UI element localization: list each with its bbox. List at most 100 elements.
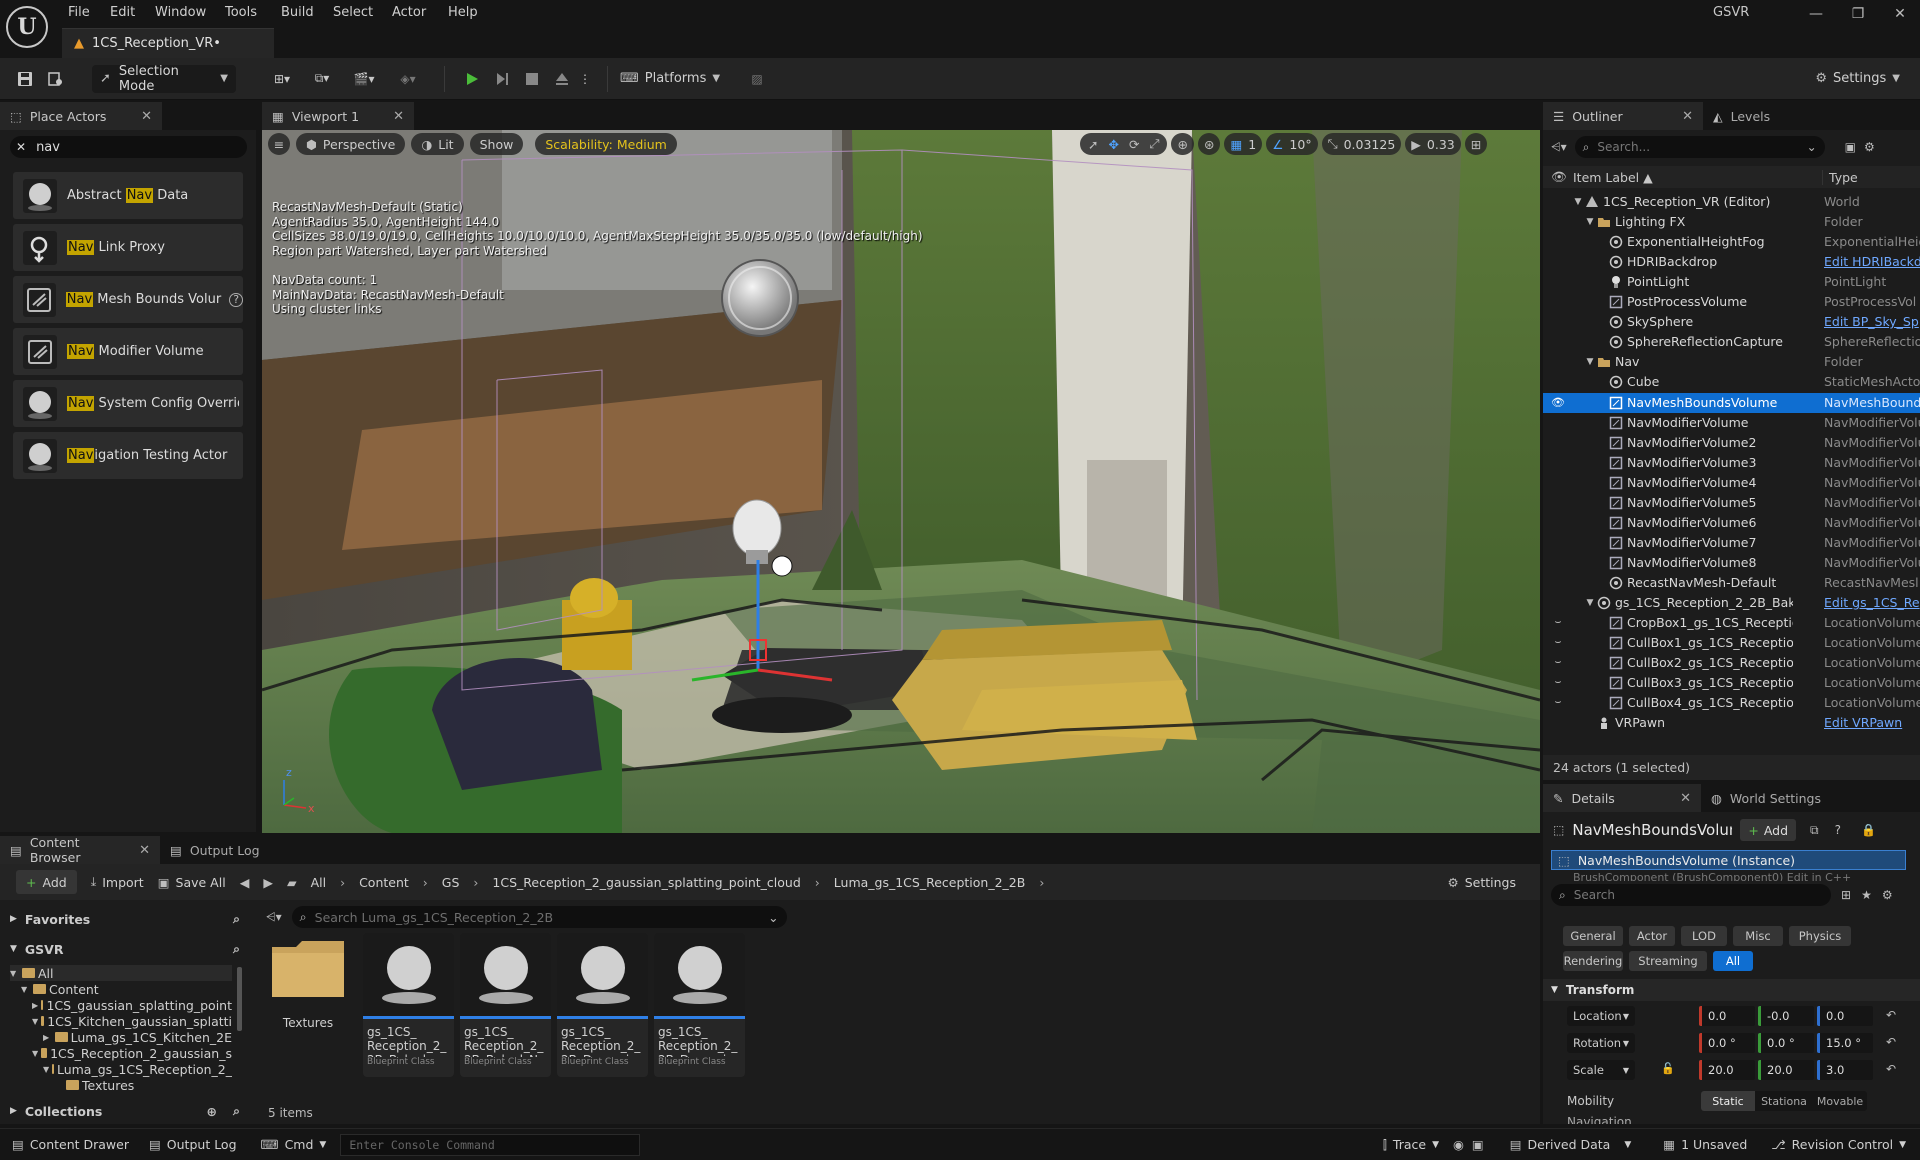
levels-tab[interactable]: ◭ Levels xyxy=(1703,102,1781,130)
hidden-icon[interactable]: ⌣ xyxy=(1551,655,1565,669)
outliner-row[interactable]: NavModifierVolume4 NavModifierVolu xyxy=(1543,473,1920,493)
asset-tile[interactable]: gs_1CS_ Reception_2_ 2B_DynamicBlueprint… xyxy=(557,933,648,1077)
new-folder-icon[interactable]: ▣ xyxy=(1845,140,1856,154)
mobility-stationary[interactable]: Stationa xyxy=(1755,1091,1813,1111)
outliner-row[interactable]: SkySphere Edit BP_Sky_Sp xyxy=(1543,312,1920,332)
outliner-row[interactable]: VRPawn Edit VRPawn xyxy=(1543,713,1920,733)
rotate-tool-icon[interactable]: ⟳ xyxy=(1129,137,1139,152)
rotation-dropdown[interactable]: Rotation ▼ xyxy=(1567,1033,1635,1053)
collections-header[interactable]: ▶ Collections ⊕ ⌕ xyxy=(10,1100,240,1122)
show-button[interactable]: Show xyxy=(469,133,524,155)
coordinate-space-button[interactable]: ⊕ xyxy=(1171,133,1194,155)
favorites-header[interactable]: ▶ Favorites ⌕ xyxy=(10,908,240,930)
outliner-row[interactable]: Cube StaticMeshActo xyxy=(1543,372,1920,392)
clear-search-icon[interactable]: ✕ xyxy=(16,140,26,154)
outliner-row-type[interactable]: Edit gs_1CS_Re xyxy=(1824,595,1920,610)
breadcrumb-item[interactable]: All xyxy=(311,875,327,890)
camera-speed-button[interactable]: ▶ 0.33 xyxy=(1405,133,1461,155)
help-icon[interactable]: ? xyxy=(1835,823,1841,837)
close-tab-icon[interactable]: ✕ xyxy=(393,109,404,124)
settings-button[interactable]: ⚙ Settings ▼ xyxy=(1815,71,1900,86)
outliner-row[interactable]: ⌣ CullBox4_gs_1CS_Reception_2_ LocationVol… xyxy=(1543,693,1920,713)
outliner-row[interactable]: RecastNavMesh-Default RecastNavMesl xyxy=(1543,573,1920,593)
filter-streaming[interactable]: Streaming xyxy=(1629,951,1707,971)
source-control-icon[interactable] xyxy=(40,58,70,100)
cmd-dropdown[interactable]: ⌨ Cmd ▼ xyxy=(261,1137,327,1152)
actor-item[interactable]: Nav Mesh Bounds Volur? xyxy=(13,276,243,323)
outliner-row[interactable]: ▼ 1CS_Reception_VR (Editor) World xyxy=(1543,192,1920,212)
filter-icon[interactable]: ⩤▾ xyxy=(266,910,282,925)
select-tool-icon[interactable]: ➚ xyxy=(1088,137,1098,152)
location-y-field[interactable]: -0.0 xyxy=(1758,1006,1814,1026)
outliner-row[interactable]: NavModifierVolume3 NavModifierVolu xyxy=(1543,453,1920,473)
scale-z-field[interactable]: 3.0 xyxy=(1817,1060,1873,1080)
search-icon[interactable]: ⌕ xyxy=(233,911,240,927)
step-icon[interactable] xyxy=(487,58,517,100)
close-window-icon[interactable]: ✕ xyxy=(1879,0,1920,28)
asset-tile[interactable]: gs_1CS_ Reception_2_ 2B_Baked_NBlueprint… xyxy=(460,933,551,1077)
trace-dropdown[interactable]: ⫿ Trace ▼ xyxy=(1383,1137,1439,1153)
content-browser-tab[interactable]: ▤ Content Browser ✕ xyxy=(0,835,160,865)
outliner-search[interactable]: ⌕ Search... ⌄ xyxy=(1574,136,1825,158)
content-settings-button[interactable]: ⚙ Settings xyxy=(1448,875,1517,890)
add-collection-icon[interactable]: ⊕ xyxy=(207,1104,217,1119)
revision-control-button[interactable]: ⎇ Revision Control ▼ xyxy=(1771,1137,1906,1152)
filter-misc[interactable]: Misc xyxy=(1733,926,1783,946)
cinematics-icon[interactable]: 🎬▾ xyxy=(342,58,386,100)
folder-tree-item[interactable]: ▼ 1CS_Reception_2_gaussian_s xyxy=(10,1045,232,1061)
outliner-row[interactable]: ▼ gs_1CS_Reception_2_2B_Baked Edit gs_1CS_… xyxy=(1543,593,1920,613)
folder-tree-item[interactable]: Textures xyxy=(10,1077,232,1091)
perspective-button[interactable]: ⬢ Perspective xyxy=(296,133,406,155)
lock-ratio-icon[interactable]: 🔓 xyxy=(1661,1062,1675,1075)
menu-help[interactable]: Help xyxy=(448,5,478,20)
details-add-button[interactable]: + Add xyxy=(1740,819,1797,841)
details-search[interactable]: ⌕ Search xyxy=(1551,884,1831,906)
menu-window[interactable]: Window xyxy=(155,5,206,20)
outliner-row[interactable]: ⌣ CullBox1_gs_1CS_Reception_2_ LocationVol… xyxy=(1543,633,1920,653)
add-content-icon[interactable]: ⊞▾ xyxy=(262,58,302,100)
place-actors-search[interactable]: ✕ nav xyxy=(10,136,247,158)
gear-icon[interactable]: ⚙ xyxy=(1882,888,1893,902)
move-tool-icon[interactable]: ✥ xyxy=(1108,137,1118,152)
mobility-movable[interactable]: Movable xyxy=(1813,1091,1867,1111)
project-header[interactable]: ▼ GSVR ⌕ xyxy=(10,938,240,960)
expand-arrow-icon[interactable]: ▼ xyxy=(1583,215,1597,229)
restore-icon[interactable]: ❐ xyxy=(1837,0,1879,28)
filter-rendering[interactable]: Rendering xyxy=(1563,951,1623,971)
folder-tree-item[interactable]: ▼ All xyxy=(10,965,232,981)
asset-search[interactable]: ⌕ Search Luma_gs_1CS_Reception_2_2B ⌄ xyxy=(291,906,787,928)
favorite-star-icon[interactable]: ★ xyxy=(1861,888,1872,902)
outliner-row[interactable]: NavModifierVolume8 NavModifierVolu xyxy=(1543,553,1920,573)
actor-item[interactable]: Nav Modifier Volume xyxy=(13,328,243,375)
outliner-row[interactable]: NavModifierVolume NavModifierVolu xyxy=(1543,413,1920,433)
lit-button[interactable]: ◑ Lit xyxy=(411,133,464,155)
visibility-icon[interactable]: 👁 xyxy=(1551,396,1565,410)
breadcrumb-item[interactable]: Content xyxy=(359,875,409,890)
search-icon[interactable]: ⌕ xyxy=(233,941,240,957)
filter-general[interactable]: General xyxy=(1563,926,1623,946)
table-view-icon[interactable]: ⊞ xyxy=(1841,888,1851,902)
reset-icon[interactable]: ↶ xyxy=(1886,1035,1896,1049)
outliner-row[interactable]: SphereReflectionCapture SphereReflectio xyxy=(1543,332,1920,352)
outliner-row[interactable]: NavModifierVolume7 NavModifierVolu xyxy=(1543,533,1920,553)
outliner-row[interactable]: NavModifierVolume5 NavModifierVolu xyxy=(1543,493,1920,513)
scale-y-field[interactable]: 20.0 xyxy=(1758,1060,1814,1080)
filter-physics[interactable]: Physics xyxy=(1789,926,1851,946)
component-row[interactable]: BrushComponent (BrushComponent0) Edit in… xyxy=(1573,871,1903,881)
import-button[interactable]: ⤓ Import xyxy=(91,874,144,890)
outliner-row[interactable]: NavModifierVolume6 NavModifierVolu xyxy=(1543,513,1920,533)
scale-dropdown[interactable]: Scale ▼ xyxy=(1567,1060,1635,1080)
column-item-label[interactable]: Item Label ▲ xyxy=(1573,170,1653,185)
column-type[interactable]: Type xyxy=(1822,169,1858,185)
menu-edit[interactable]: Edit xyxy=(110,5,135,20)
save-all-button[interactable]: ▣ Save All xyxy=(158,875,226,890)
location-x-field[interactable]: 0.0 xyxy=(1699,1006,1755,1026)
breadcrumb-item[interactable]: Luma_gs_1CS_Reception_2_2B xyxy=(834,875,1026,890)
menu-build[interactable]: Build xyxy=(281,5,314,20)
navigation-section[interactable]: Navigation xyxy=(1567,1115,1632,1124)
expand-arrow-icon[interactable]: ▼ xyxy=(1571,195,1585,209)
outliner-row-type[interactable]: Edit HDRIBackd xyxy=(1824,254,1920,269)
blueprints-icon[interactable]: ⧉▾ xyxy=(302,58,342,100)
filter-lod[interactable]: LOD xyxy=(1681,926,1727,946)
viewport-menu-button[interactable]: ≡ xyxy=(268,133,290,155)
